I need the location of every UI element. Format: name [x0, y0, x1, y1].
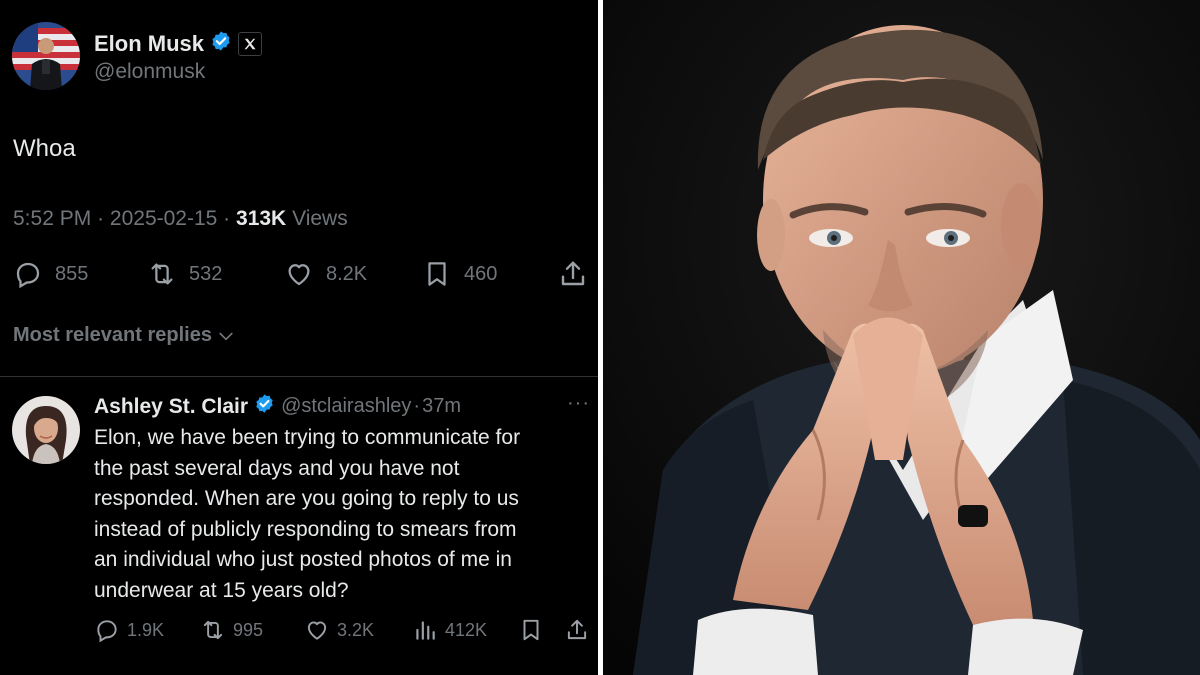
reply-button[interactable]: 855	[13, 254, 88, 294]
reply-share-button[interactable]	[564, 613, 590, 647]
reply-text-line: Elon, we have been trying to communicate…	[94, 426, 521, 449]
reply-reply-button[interactable]: 1.9K	[94, 613, 164, 647]
views-count: 313K	[236, 207, 287, 230]
replies-sort-label: Most relevant replies	[13, 324, 212, 346]
analytics-icon	[416, 621, 435, 640]
ashley-avatar[interactable]	[12, 396, 80, 464]
main-tweet-meta: 5:52 PM · 2025-02-15 · 313K Views	[13, 207, 348, 231]
reply-text: Elon, we have been trying to communicate…	[94, 423, 584, 606]
tweet-time[interactable]: 5:52 PM	[13, 207, 91, 230]
heart-icon	[288, 264, 310, 286]
reply-repost-button[interactable]: 995	[200, 613, 263, 647]
heart-icon	[307, 621, 327, 640]
reply-timestamp[interactable]: 37m	[422, 395, 461, 418]
elon-avatar[interactable]	[12, 22, 80, 90]
reply-views-count: 412K	[445, 619, 488, 640]
main-author-handle[interactable]: @elonmusk	[94, 60, 205, 84]
reply-text-line: instead of publicly responding to smears…	[94, 517, 517, 541]
bookmark-count: 460	[464, 262, 498, 285]
reply-action-bar: 1.9K 995 3.2K 412K	[94, 613, 594, 647]
section-divider	[0, 376, 598, 377]
reply-count: 855	[55, 262, 89, 285]
bookmark-icon	[428, 262, 446, 286]
meta-separator: ·	[223, 207, 231, 230]
reply-text-line: responded. When are you going to reply t…	[94, 487, 519, 510]
reply-author-name[interactable]: Ashley St. Clair	[94, 395, 248, 419]
man-with-steepled-hands-photo	[603, 0, 1200, 675]
tweet-screenshot-panel: Elon Musk @elonmusk Whoa 5:52 PM · 2025-…	[0, 0, 598, 675]
verified-badge-icon	[254, 393, 275, 420]
meta-separator: ·	[97, 207, 105, 230]
chevron-down-icon	[219, 332, 233, 340]
reply-text-line: underwear at 15 years old?	[94, 578, 349, 602]
reply-text-line: the past several days and you have not	[94, 456, 460, 480]
more-options-icon[interactable]: ···	[567, 392, 590, 415]
like-button[interactable]: 8.2K	[284, 254, 367, 294]
replies-sort-dropdown[interactable]: Most relevant replies	[13, 324, 236, 347]
reply-like-count: 3.2K	[337, 619, 375, 640]
share-icon	[561, 261, 585, 286]
reply-author-row: Ashley St. Clair @stclairashley · 37m	[94, 393, 461, 420]
views-label: Views	[292, 207, 348, 230]
reply-author-handle[interactable]: @stclairashley	[281, 395, 411, 418]
main-tweet-author-row: Elon Musk	[94, 30, 263, 58]
bookmark-button[interactable]: 460	[422, 254, 497, 294]
repost-count: 532	[189, 262, 223, 285]
main-author-name[interactable]: Elon Musk	[94, 31, 204, 57]
reply-like-button[interactable]: 3.2K	[304, 613, 374, 647]
main-tweet-text: Whoa	[13, 135, 76, 162]
tweet-date[interactable]: 2025-02-15	[110, 207, 217, 230]
reply-bookmark-button[interactable]	[518, 613, 544, 647]
reply-separator: ·	[413, 395, 421, 417]
repost-icon	[203, 620, 223, 640]
repost-icon	[151, 263, 173, 285]
reply-icon	[97, 620, 117, 643]
like-count: 8.2K	[326, 262, 368, 285]
reply-icon	[16, 262, 40, 289]
verified-badge-icon	[210, 30, 232, 58]
main-tweet-action-bar: 855 532 8.2K 460	[13, 254, 591, 294]
reply-views-button[interactable]: 412K	[412, 613, 487, 647]
share-button[interactable]	[557, 254, 589, 294]
share-icon	[567, 619, 587, 640]
x-logo-icon	[238, 32, 263, 56]
reply-repost-count: 995	[233, 619, 264, 640]
bookmark-icon	[523, 619, 539, 641]
reply-reply-count: 1.9K	[127, 619, 165, 640]
repost-button[interactable]: 532	[147, 254, 222, 294]
reply-text-line: an individual who just posted photos of …	[94, 548, 512, 571]
